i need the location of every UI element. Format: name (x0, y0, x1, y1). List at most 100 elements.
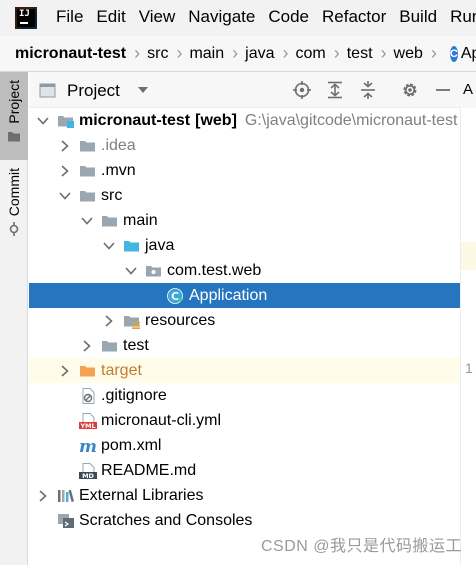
tree-row-src[interactable]: src (29, 183, 460, 208)
chevron-down-icon[interactable] (59, 190, 71, 202)
gear-icon[interactable] (401, 81, 419, 99)
breadcrumb-main[interactable]: main (189, 45, 224, 63)
editor-current-line (461, 242, 476, 270)
tree-row-application[interactable]: C Application (29, 283, 460, 308)
tree-label: micronaut-test (79, 111, 191, 129)
tree-row-pom[interactable]: m pom.xml (29, 433, 460, 458)
source-folder-icon (123, 238, 141, 254)
chevron-right-icon[interactable] (103, 314, 115, 327)
tree-row-readme[interactable]: MD README.md (29, 458, 460, 483)
chevron-down-icon[interactable] (37, 115, 49, 127)
project-tool-tab[interactable]: Project (0, 72, 28, 160)
breadcrumb-separator: › (380, 43, 387, 63)
chevron-down-icon[interactable] (103, 240, 115, 252)
svg-text:YML: YML (79, 422, 95, 429)
tree-label: src (101, 186, 123, 204)
tree-label: Application (189, 286, 268, 304)
editor-tab-bar: A (460, 72, 476, 108)
project-panel-header: Project (29, 72, 476, 108)
expand-all-icon[interactable] (326, 81, 344, 99)
tree-row-gitignore[interactable]: .gitignore (29, 383, 460, 408)
chevron-right-icon[interactable] (59, 364, 71, 377)
menu-edit[interactable]: Edit (96, 7, 125, 27)
breadcrumb-web[interactable]: web (394, 45, 423, 63)
menu-view[interactable]: View (139, 7, 176, 27)
folder-icon (101, 213, 119, 229)
menu-run[interactable]: Run (450, 7, 476, 27)
tree-row-test[interactable]: test (29, 333, 460, 358)
tree-row-micronaut-cli[interactable]: YML micronaut-cli.yml (29, 408, 460, 433)
project-tree: micronaut-test [web] G:\java\gitcode\mic… (29, 108, 460, 565)
tree-row-main[interactable]: main (29, 208, 460, 233)
breadcrumb-separator: › (282, 43, 289, 63)
project-path: G:\java\gitcode\micronaut-test (244, 111, 458, 129)
breadcrumb-com[interactable]: com (296, 45, 326, 63)
menu-refactor[interactable]: Refactor (322, 7, 386, 27)
chevron-right-icon[interactable] (37, 489, 49, 502)
class-icon: C (167, 287, 185, 304)
folder-icon (79, 163, 97, 179)
breadcrumb-test[interactable]: test (347, 45, 373, 63)
breadcrumb-separator: › (176, 43, 183, 63)
chevron-down-icon[interactable] (125, 265, 137, 277)
svg-text:MD: MD (82, 472, 94, 479)
chevron-down-icon[interactable] (137, 86, 149, 95)
project-view-icon (39, 83, 56, 98)
minimize-icon[interactable] (434, 81, 452, 99)
folder-icon (79, 138, 97, 154)
excluded-folder-icon (79, 363, 97, 379)
tree-row-external-libraries[interactable]: External Libraries (29, 483, 460, 508)
tree-row-java[interactable]: java (29, 233, 460, 258)
menu-file[interactable]: File (56, 7, 83, 27)
tree-label: main (123, 211, 158, 229)
menu-bar: IJ File Edit View Navigate Code Refactor… (0, 0, 476, 36)
tool-window-stripe: Project Commit (0, 72, 28, 565)
menu-navigate[interactable]: Navigate (188, 7, 255, 27)
breadcrumb-application[interactable]: Application (461, 45, 476, 63)
tree-label: resources (145, 311, 216, 329)
tree-row-package[interactable]: com.test.web (29, 258, 460, 283)
tree-label: .idea (101, 136, 136, 154)
tree-label: .gitignore (101, 386, 167, 404)
breadcrumb: micronaut-test › src › main › java › com… (0, 36, 476, 72)
collapse-all-icon[interactable] (359, 81, 377, 99)
tree-row-mvn[interactable]: .mvn (29, 158, 460, 183)
module-folder-icon (57, 113, 75, 129)
markdown-file-icon: MD (79, 462, 97, 480)
menu-build[interactable]: Build (399, 7, 437, 27)
commit-tool-tab[interactable]: Commit (0, 168, 28, 246)
tree-row-resources[interactable]: resources (29, 308, 460, 333)
menu-code[interactable]: Code (268, 7, 309, 27)
tree-row-idea[interactable]: .idea (29, 133, 460, 158)
chevron-down-icon[interactable] (81, 215, 93, 227)
chevron-right-icon[interactable] (59, 164, 71, 177)
tree-label: Scratches and Consoles (79, 511, 253, 529)
tree-row-micronaut-test[interactable]: micronaut-test [web] G:\java\gitcode\mic… (29, 108, 460, 133)
tree-label: java (145, 236, 175, 254)
editor-area: 1 (460, 72, 476, 565)
package-icon (145, 263, 163, 279)
panel-title: Project (67, 81, 120, 100)
locate-icon[interactable] (293, 81, 311, 99)
svg-text:m: m (79, 438, 97, 454)
breadcrumb-project[interactable]: micronaut-test (15, 45, 126, 63)
breadcrumb-separator: › (232, 43, 239, 63)
tree-label: com.test.web (167, 261, 262, 279)
tree-row-target[interactable]: target (29, 358, 460, 383)
project-tool-label: Project (6, 80, 22, 124)
chevron-right-icon[interactable] (59, 139, 71, 152)
tree-label: .mvn (101, 161, 136, 179)
tree-label: test (123, 336, 149, 354)
yml-file-icon: YML (79, 412, 97, 430)
tree-row-scratches[interactable]: Scratches and Consoles (29, 508, 460, 533)
class-icon: C (449, 45, 458, 62)
folder-icon (8, 131, 20, 142)
breadcrumb-java[interactable]: java (245, 45, 274, 63)
editor-tab[interactable]: A (463, 81, 473, 98)
watermark: CSDN @我只是代码搬运工 (260, 538, 462, 555)
chevron-right-icon[interactable] (81, 339, 93, 352)
breadcrumb-src[interactable]: src (147, 45, 168, 63)
line-number: 1 (465, 360, 473, 376)
ignore-file-icon (79, 387, 97, 404)
tree-label: README.md (101, 461, 197, 479)
